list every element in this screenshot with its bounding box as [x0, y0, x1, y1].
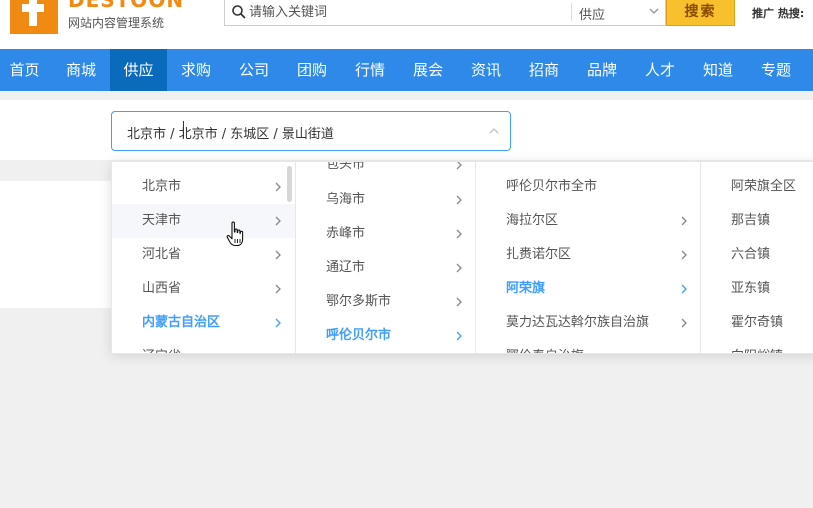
cascader-option-active[interactable]: 阿荣旗 — [476, 272, 700, 306]
cascader-option[interactable]: 天津市 — [112, 204, 295, 238]
nav-item-talent[interactable]: 人才 — [631, 49, 689, 91]
site-subtitle: 网站内容管理系统 — [68, 16, 165, 30]
cascader-column-town: 阿荣旗全区 那吉镇 六合镇 亚东镇 霍尔奇镇 向阳峪镇 — [700, 162, 813, 353]
search-button[interactable]: 搜索 — [666, 0, 735, 26]
cascader-option[interactable]: 呼伦贝尔市全市 — [476, 170, 700, 204]
cascader-column-city: 包头市 乌海市 赤峰市 通辽市 鄂尔多斯市 呼伦贝尔市 — [295, 162, 475, 353]
chevron-down-icon[interactable] — [648, 5, 660, 17]
text-caret — [183, 121, 184, 138]
nav-item-brand[interactable]: 品牌 — [573, 49, 631, 91]
nav-item-topic[interactable]: 专题 — [747, 49, 805, 91]
nav-item-invest[interactable]: 招商 — [515, 49, 573, 91]
chevron-right-icon — [456, 229, 462, 239]
cascader-option[interactable]: 向阳峪镇 — [701, 340, 813, 353]
nav-item-news[interactable]: 资讯 — [457, 49, 515, 91]
cascader-option[interactable]: 赤峰市 — [296, 217, 475, 251]
chevron-right-icon — [456, 263, 462, 273]
cascader-option[interactable]: 阿荣旗全区 — [701, 170, 813, 204]
cascader-option[interactable]: 北京市 — [112, 170, 295, 204]
nav-item-company[interactable]: 公司 — [225, 49, 283, 91]
chevron-right-icon — [275, 284, 281, 294]
cascader-column-province: 北京市 天津市 河北省 山西省 内蒙古自治区 辽宁省 — [112, 162, 295, 353]
chevron-right-icon — [456, 297, 462, 307]
main-nav: 首页 商城 供应 求购 公司 团购 行情 展会 资讯 招商 品牌 人才 知道 专… — [0, 49, 813, 91]
nav-item-groupbuy[interactable]: 团购 — [283, 49, 341, 91]
nav-item-qa[interactable]: 知道 — [689, 49, 747, 91]
chevron-right-icon — [275, 216, 281, 226]
cascader-option-active[interactable]: 呼伦贝尔市 — [296, 319, 475, 353]
cascader-option[interactable]: 六合镇 — [701, 238, 813, 272]
chevron-right-icon — [681, 250, 687, 260]
cascader-option[interactable]: 扎赉诺尔区 — [476, 238, 700, 272]
cascader-option[interactable]: 乌海市 — [296, 183, 475, 217]
search-input[interactable] — [249, 2, 569, 22]
brand-name[interactable]: DESTOON — [68, 0, 184, 12]
chevron-right-icon — [275, 318, 281, 328]
chevron-right-icon — [456, 162, 462, 170]
cascader-option-active[interactable]: 内蒙古自治区 — [112, 306, 295, 340]
nav-item-purchase[interactable]: 求购 — [167, 49, 225, 91]
search-box: 供应 — [224, 0, 666, 26]
hand-pointer-icon — [226, 221, 244, 247]
cascader-option[interactable]: 亚东镇 — [701, 272, 813, 306]
cascader-option[interactable]: 海拉尔区 — [476, 204, 700, 238]
cascader-option[interactable]: 河北省 — [112, 238, 295, 272]
cascader-option[interactable]: 辽宁省 — [112, 340, 295, 353]
cascader-option[interactable]: 通辽市 — [296, 251, 475, 285]
chevron-right-icon — [456, 331, 462, 341]
search-category-select[interactable]: 供应 — [579, 4, 605, 23]
search-icon — [232, 5, 246, 19]
nav-item-market[interactable]: 行情 — [341, 49, 399, 91]
cascader-option[interactable]: 莫力达瓦达斡尔族自治旗 — [476, 306, 700, 340]
chevron-right-icon — [275, 250, 281, 260]
chevron-right-icon — [275, 182, 281, 192]
region-cascader-value: 北京市 / 北京市 / 东城区 / 景山街道 — [127, 127, 334, 142]
chevron-right-icon — [456, 195, 462, 205]
logo-icon[interactable] — [10, 0, 58, 34]
chevron-right-icon — [681, 284, 687, 294]
search-divider — [571, 3, 572, 21]
chevron-up-icon[interactable] — [488, 125, 500, 137]
cascader-option[interactable]: 包头市 — [296, 162, 475, 182]
region-cascader[interactable]: 北京市 / 北京市 / 东城区 / 景山街道 — [111, 111, 511, 151]
cascader-option[interactable]: 山西省 — [112, 272, 295, 306]
nav-item-exhibition[interactable]: 展会 — [399, 49, 457, 91]
nav-item-supply[interactable]: 供应 — [110, 49, 167, 91]
cascader-option[interactable]: 鄂伦春自治旗 — [476, 340, 700, 353]
cascader-option[interactable]: 鄂尔多斯市 — [296, 285, 475, 319]
chevron-right-icon — [681, 216, 687, 226]
chevron-right-icon — [681, 318, 687, 328]
scrollbar[interactable] — [287, 166, 292, 202]
nav-item-mall[interactable]: 商城 — [52, 49, 110, 91]
cascader-option[interactable]: 那吉镇 — [701, 204, 813, 238]
hot-search-label: 推广 热搜: — [752, 7, 805, 20]
cascader-option[interactable]: 霍尔奇镇 — [701, 306, 813, 340]
cascader-dropdown: 北京市 天津市 河北省 山西省 内蒙古自治区 辽宁省 包头市 乌海市 赤峰市 通… — [111, 161, 813, 354]
nav-item-home[interactable]: 首页 — [0, 49, 49, 91]
site-header: DESTOON 网站内容管理系统 供应 搜索 推广 热搜: — [0, 0, 813, 49]
cascader-column-district: 呼伦贝尔市全市 海拉尔区 扎赉诺尔区 阿荣旗 莫力达瓦达斡尔族自治旗 鄂伦春自治… — [475, 162, 700, 353]
